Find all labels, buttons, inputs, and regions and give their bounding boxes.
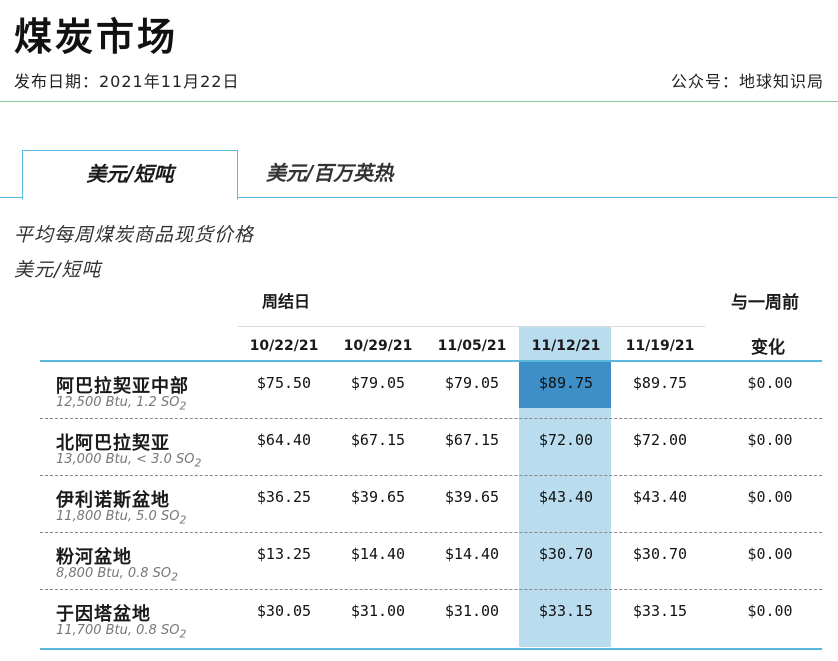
date-header: 10/22/21 [249,338,319,354]
date-header-rule [238,326,705,327]
price-cell: $33.15 [632,602,688,620]
table-row: 阿巴拉契亚中部 12,500 Btu, 1.2 SO2 $75.50 $79.0… [40,362,822,419]
coal-spec: 8,800 Btu, 0.8 SO2 [56,566,179,584]
price-cell: $79.05 [444,374,500,392]
coal-spec: 12,500 Btu, 1.2 SO2 [56,395,187,413]
meta-row: 发布日期：2021年11月22日 公众号：地球知识局 [14,68,824,91]
change-label: 与一周前 [731,293,799,313]
price-cell: $67.15 [350,431,406,449]
price-cell: $72.00 [632,431,688,449]
price-cell: $13.25 [256,545,312,563]
publish-date: 发布日期：2021年11月22日 [14,72,240,91]
price-cell: $89.75 [538,374,594,392]
price-cell: $39.65 [350,488,406,506]
price-cell: $33.15 [538,602,594,620]
price-cell: $64.40 [256,431,312,449]
price-cell: $72.00 [538,431,594,449]
date-header: 10/29/21 [343,338,413,354]
coal-spec: 11,700 Btu, 0.8 SO2 [56,623,187,641]
date-header: 11/05/21 [437,338,507,354]
price-cell: $75.50 [256,374,312,392]
price-cell: $89.75 [632,374,688,392]
change-cell: $0.00 [747,488,793,506]
price-cell: $67.15 [444,431,500,449]
unit-tabs: 美元/短吨 美元/百万英热 [0,150,838,200]
change-cell: $0.00 [747,374,793,392]
price-cell: $79.05 [350,374,406,392]
table-unit: 美元/短吨 [14,259,102,281]
table-bottom-rule [40,648,822,650]
price-cell: $30.70 [632,545,688,563]
change-cell: $0.00 [747,602,793,620]
change-cell: $0.00 [747,431,793,449]
price-cell: $36.25 [256,488,312,506]
price-cell: $43.40 [538,488,594,506]
table-row: 于因塔盆地 11,700 Btu, 0.8 SO2 $30.05 $31.00 … [40,590,822,647]
source-account: 公众号：地球知识局 [670,72,824,91]
header-divider [0,101,838,102]
coal-spec: 13,000 Btu, < 3.0 SO2 [56,452,202,470]
tab-usd-per-mmbtu[interactable]: 美元/百万英热 [266,150,393,197]
price-cell: $31.00 [444,602,500,620]
price-cell: $30.05 [256,602,312,620]
price-cell: $43.40 [632,488,688,506]
price-cell: $30.70 [538,545,594,563]
price-cell: $14.40 [350,545,406,563]
table-row: 伊利诺斯盆地 11,800 Btu, 5.0 SO2 $36.25 $39.65… [40,476,822,533]
price-cell: $39.65 [444,488,500,506]
week-ending-label: 周结日 [262,292,311,311]
price-cell: $14.40 [444,545,500,563]
coal-spec: 11,800 Btu, 5.0 SO2 [56,509,187,527]
change-cell: $0.00 [747,545,793,563]
table-row: 北阿巴拉契亚 13,000 Btu, < 3.0 SO2 $64.40 $67.… [40,419,822,476]
date-header: 11/19/21 [625,338,695,354]
date-header: 11/12/21 [531,338,601,354]
price-cell: $31.00 [350,602,406,620]
page-title: 煤炭市场 [14,15,179,59]
table-subtitle: 平均每周煤炭商品现货价格 [14,224,255,246]
change-label-line2: 变化 [751,338,785,358]
table-row: 粉河盆地 8,800 Btu, 0.8 SO2 $13.25 $14.40 $1… [40,533,822,590]
tab-usd-per-short-ton[interactable]: 美元/短吨 [22,150,238,200]
